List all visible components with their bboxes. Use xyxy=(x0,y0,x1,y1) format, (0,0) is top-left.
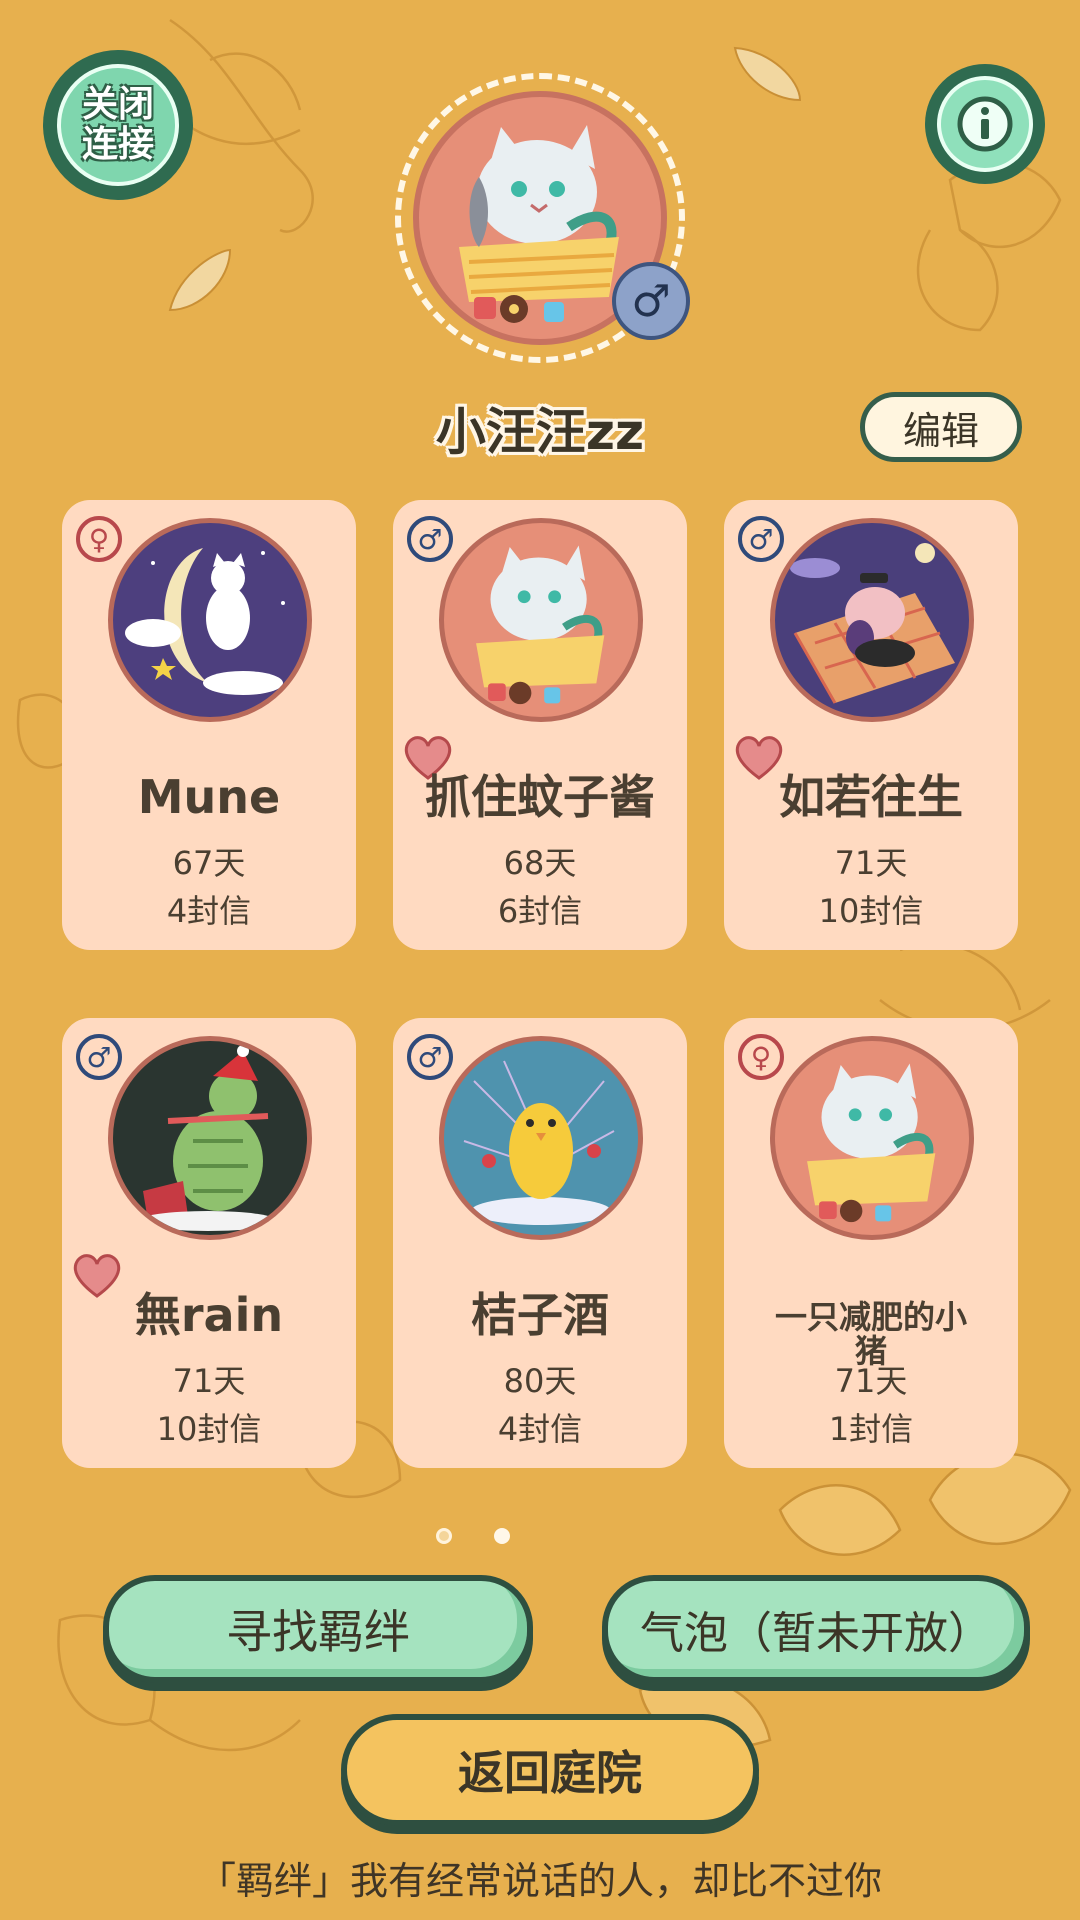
contact-letters: 1封信 xyxy=(828,1410,914,1448)
contact-name: 抓住蚊子酱 xyxy=(425,770,655,824)
contact-days: 67天 xyxy=(172,844,246,882)
contact-avatar xyxy=(770,1036,974,1240)
contact-days: 68天 xyxy=(503,844,577,882)
bubble-button[interactable]: 气泡（暂未开放） xyxy=(602,1575,1030,1683)
contact-letters: 4封信 xyxy=(166,892,252,930)
info-icon xyxy=(957,96,1013,152)
page-dot-2-active[interactable] xyxy=(494,1528,510,1544)
gender-female-icon: ♀ xyxy=(738,1034,784,1080)
contact-letters: 10封信 xyxy=(818,892,924,930)
find-bond-button[interactable]: 寻找羁绊 xyxy=(103,1575,533,1683)
cat-picnic-illustration xyxy=(476,545,605,705)
contact-name: 桔子酒 xyxy=(471,1288,609,1342)
contact-card[interactable]: ♂ 如若往生 71天 10封信 xyxy=(724,500,1018,950)
close-connection-face: 关闭连接 xyxy=(57,64,179,186)
bond-screen: 关闭连接 ♂ 小汪汪zz 编辑 ♀ Mune 67天 4封信 ♂ 抓住蚊子酱 6… xyxy=(0,0,1080,1920)
contact-avatar xyxy=(770,518,974,722)
contact-card[interactable]: ♂ 無rain 71天 10封信 xyxy=(62,1018,356,1468)
contact-name: Mune xyxy=(137,770,281,824)
contact-card[interactable]: ♂ 桔子酒 80天 4封信 xyxy=(393,1018,687,1468)
christmas-turtle-illustration xyxy=(138,1045,278,1231)
contact-avatar xyxy=(439,1036,643,1240)
gender-male-icon: ♂ xyxy=(407,1034,453,1080)
contact-card[interactable]: ♀ 一只减肥的小猪 71天 1封信 xyxy=(724,1018,1018,1468)
edit-button[interactable]: 编辑 xyxy=(860,392,1022,462)
info-button[interactable] xyxy=(925,64,1045,184)
page-dot-1[interactable] xyxy=(436,1528,452,1544)
contact-letters: 10封信 xyxy=(156,1410,262,1448)
contact-letters: 6封信 xyxy=(497,892,583,930)
contact-card[interactable]: ♀ Mune 67天 4封信 xyxy=(62,500,356,950)
gender-male-icon: ♂ xyxy=(612,262,690,340)
gender-male-icon: ♂ xyxy=(76,1034,122,1080)
contact-card[interactable]: ♂ 抓住蚊子酱 68天 6封信 xyxy=(393,500,687,950)
contact-name: 無rain xyxy=(134,1288,284,1342)
return-courtyard-button[interactable]: 返回庭院 xyxy=(341,1714,759,1826)
contact-days: 71天 xyxy=(172,1362,246,1400)
username: 小汪汪zz xyxy=(435,403,645,461)
info-button-face xyxy=(937,76,1033,172)
close-connection-label: 关闭连接 xyxy=(81,84,154,165)
gender-male-icon: ♂ xyxy=(738,516,784,562)
close-connection-button[interactable]: 关闭连接 xyxy=(43,50,193,200)
contact-letters: 4封信 xyxy=(497,1410,583,1448)
contact-days: 71天 xyxy=(834,1362,908,1400)
contact-avatar xyxy=(108,518,312,722)
contact-days: 80天 xyxy=(503,1362,577,1400)
contact-days: 71天 xyxy=(834,844,908,882)
cat-picnic-illustration xyxy=(807,1063,936,1223)
moon-cat-illustration xyxy=(125,548,285,695)
contact-avatar xyxy=(439,518,643,722)
chick-snow-illustration xyxy=(463,1060,615,1225)
bond-quote: 「羁绊」我有经常说话的人，却比不过你 xyxy=(197,1859,882,1903)
gender-female-icon: ♀ xyxy=(76,516,122,562)
gender-male-icon: ♂ xyxy=(407,516,453,562)
contact-name: 如若往生 xyxy=(779,770,963,824)
pig-picnic-illustration xyxy=(790,543,955,704)
contact-avatar xyxy=(108,1036,312,1240)
